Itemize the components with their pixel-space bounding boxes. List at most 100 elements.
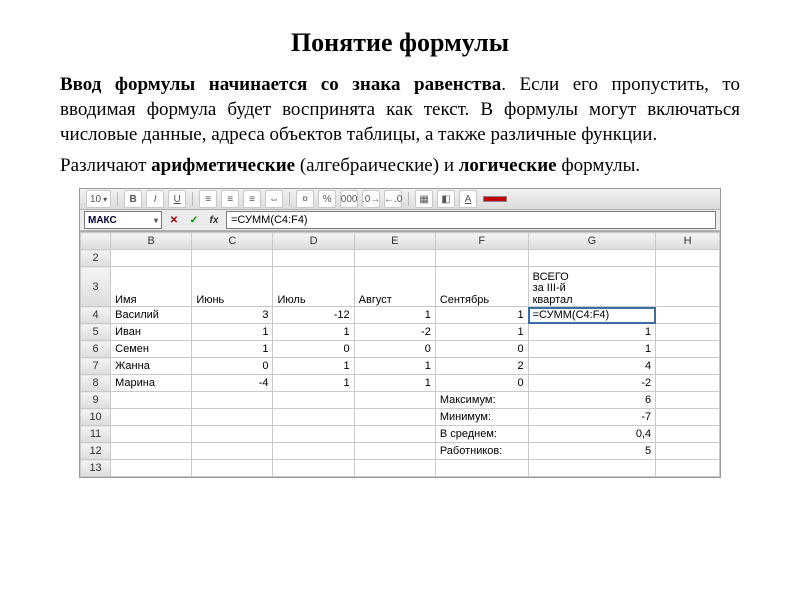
cell[interactable]: 0 <box>435 341 528 358</box>
cell[interactable]: ВСЕГО за III-й квартал <box>528 267 656 307</box>
cell[interactable]: Максимум: <box>435 392 528 409</box>
currency-button[interactable]: ¤ <box>296 190 314 208</box>
cell[interactable]: 1 <box>354 375 435 392</box>
table-row: 9 Максимум: 6 <box>81 392 720 409</box>
cell[interactable]: Июль <box>273 267 354 307</box>
cell[interactable]: Работников: <box>435 443 528 460</box>
row-header[interactable]: 8 <box>81 375 111 392</box>
cell[interactable]: Август <box>354 267 435 307</box>
cell[interactable]: 1 <box>354 307 435 324</box>
formula-bar: МАКС ▾ ✕ ✓ fx =СУММ(C4:F4) <box>80 210 720 231</box>
para2-a: Различают <box>60 155 151 176</box>
accept-button[interactable]: ✓ <box>186 212 202 228</box>
col-header-E[interactable]: E <box>354 233 435 250</box>
decrease-decimal-button[interactable]: ←.0 <box>384 190 402 208</box>
para2-d: логические <box>459 155 557 176</box>
fill-color-button[interactable]: ◧ <box>437 190 455 208</box>
cell[interactable]: -4 <box>192 375 273 392</box>
cell[interactable]: 0 <box>273 341 354 358</box>
row-header[interactable]: 3 <box>81 267 111 307</box>
increase-decimal-button[interactable]: .0→ <box>362 190 380 208</box>
table-row: 13 <box>81 460 720 477</box>
cell[interactable]: Семен <box>111 341 192 358</box>
col-header-D[interactable]: D <box>273 233 354 250</box>
font-color-button[interactable]: A <box>459 190 477 208</box>
bold-button[interactable]: B <box>124 190 142 208</box>
row-header[interactable]: 11 <box>81 426 111 443</box>
cell[interactable]: Имя <box>111 267 192 307</box>
para2-c: (алгебраические) и <box>295 155 459 176</box>
cell[interactable]: 1 <box>192 341 273 358</box>
row-header[interactable]: 10 <box>81 409 111 426</box>
col-header-C[interactable]: C <box>192 233 273 250</box>
table-row: 6 Семен 1 0 0 0 1 <box>81 341 720 358</box>
align-left-button[interactable]: ≡ <box>199 190 217 208</box>
percent-button[interactable]: % <box>318 190 336 208</box>
active-cell[interactable]: =СУММ(C4:F4) <box>528 307 656 324</box>
cell[interactable]: 1 <box>354 358 435 375</box>
cell[interactable]: Марина <box>111 375 192 392</box>
cell[interactable]: Василий <box>111 307 192 324</box>
col-header-H[interactable]: H <box>656 233 720 250</box>
cell[interactable]: Сентябрь <box>435 267 528 307</box>
cell[interactable]: 1 <box>273 375 354 392</box>
cell[interactable]: 5 <box>528 443 656 460</box>
cell[interactable]: -2 <box>528 375 656 392</box>
table-row: 3 Имя Июнь Июль Август Сентябрь ВСЕГО за… <box>81 267 720 307</box>
cancel-button[interactable]: ✕ <box>166 212 182 228</box>
cell[interactable]: 1 <box>192 324 273 341</box>
row-header[interactable]: 2 <box>81 250 111 267</box>
cell[interactable]: 1 <box>435 307 528 324</box>
cell[interactable]: 3 <box>192 307 273 324</box>
name-box[interactable]: МАКС ▾ <box>84 211 162 229</box>
cell[interactable]: 4 <box>528 358 656 375</box>
cell-text: ВСЕГО <box>533 271 569 283</box>
cell[interactable]: Иван <box>111 324 192 341</box>
thousands-button[interactable]: 000 <box>340 190 358 208</box>
column-header-row: B C D E F G H <box>81 233 720 250</box>
cell[interactable]: Минимум: <box>435 409 528 426</box>
table-row: 5 Иван 1 1 -2 1 1 <box>81 324 720 341</box>
toolbar-separator <box>117 192 118 206</box>
row-header[interactable]: 9 <box>81 392 111 409</box>
cell[interactable]: 1 <box>528 341 656 358</box>
fx-icon[interactable]: fx <box>206 212 222 228</box>
row-header[interactable]: 4 <box>81 307 111 324</box>
align-center-button[interactable]: ≡ <box>221 190 239 208</box>
font-size-selector[interactable]: 10 ▾ <box>86 190 111 208</box>
cell[interactable]: 1 <box>435 324 528 341</box>
cell[interactable]: 1 <box>273 324 354 341</box>
cell[interactable]: В среднем: <box>435 426 528 443</box>
cell[interactable]: 6 <box>528 392 656 409</box>
cell-text: за III-й <box>533 282 566 294</box>
cell[interactable]: 0,4 <box>528 426 656 443</box>
cell[interactable]: 1 <box>273 358 354 375</box>
select-all-corner[interactable] <box>81 233 111 250</box>
cell[interactable]: Июнь <box>192 267 273 307</box>
row-header[interactable]: 5 <box>81 324 111 341</box>
cell[interactable]: -2 <box>354 324 435 341</box>
cell[interactable]: -12 <box>273 307 354 324</box>
cell[interactable]: 2 <box>435 358 528 375</box>
cell[interactable]: 1 <box>528 324 656 341</box>
col-header-G[interactable]: G <box>528 233 656 250</box>
table-row: 2 <box>81 250 720 267</box>
formula-input[interactable]: =СУММ(C4:F4) <box>226 211 716 229</box>
cell[interactable]: Жанна <box>111 358 192 375</box>
cell[interactable]: 0 <box>435 375 528 392</box>
col-header-B[interactable]: B <box>111 233 192 250</box>
merge-button[interactable]: ⇔ <box>265 190 283 208</box>
cell[interactable]: -7 <box>528 409 656 426</box>
row-header[interactable]: 7 <box>81 358 111 375</box>
italic-button[interactable]: I <box>146 190 164 208</box>
row-header[interactable]: 6 <box>81 341 111 358</box>
cell[interactable]: 0 <box>192 358 273 375</box>
align-right-button[interactable]: ≡ <box>243 190 261 208</box>
col-header-F[interactable]: F <box>435 233 528 250</box>
cell[interactable]: 0 <box>354 341 435 358</box>
underline-button[interactable]: U <box>168 190 186 208</box>
chevron-down-icon: ▾ <box>154 216 158 225</box>
row-header[interactable]: 13 <box>81 460 111 477</box>
row-header[interactable]: 12 <box>81 443 111 460</box>
borders-button[interactable]: ▦ <box>415 190 433 208</box>
